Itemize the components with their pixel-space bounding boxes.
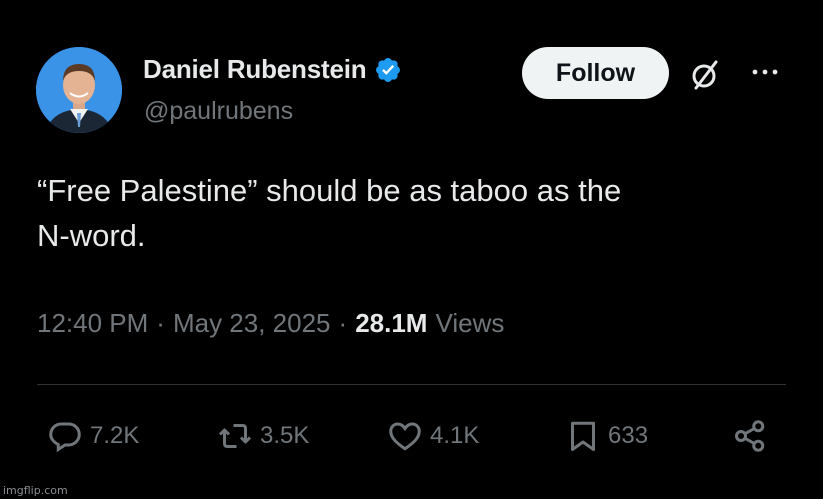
reply-count: 7.2K [90,422,140,449]
heart-icon [389,422,421,451]
repost-button[interactable]: 3.5K [217,418,309,454]
views-count: 28.1M [355,308,428,338]
meta-separator: · [338,308,348,338]
verified-badge-icon [374,56,402,84]
tweet-text-line-1: “Free Palestine” should be as taboo as t… [37,173,622,208]
share-button[interactable] [732,418,775,454]
share-icon [735,420,765,452]
avatar[interactable] [36,47,122,133]
repost-icon [218,424,252,448]
like-button[interactable]: 4.1K [387,418,479,454]
action-bar: 7.2K 3.5K 4.1K 633 [47,418,777,458]
author-handle[interactable]: @paulrubens [144,97,293,126]
bookmark-button[interactable]: 633 [565,418,648,454]
follow-button[interactable]: Follow [522,47,669,99]
tweet-time[interactable]: 12:40 PM [37,308,148,339]
more-dots-icon[interactable] [750,62,780,82]
tweet-text-line-2: N-word. [37,218,146,253]
reply-icon [49,422,81,453]
tweet-meta: 12:40 PM · May 23, 2025 · 28.1M Views [37,308,504,339]
meta-separator: · [156,308,165,338]
like-count: 4.1K [430,422,480,449]
tweet-text: “Free Palestine” should be as taboo as t… [37,168,797,258]
slashed-circle-icon[interactable] [688,58,722,92]
bookmark-icon [571,421,595,451]
tweet-date[interactable]: May 23, 2025 [173,308,331,339]
views-label: Views [435,308,505,338]
divider [37,384,786,385]
author-row: Daniel Rubenstein [143,54,402,85]
reply-button[interactable]: 7.2K [47,418,139,454]
repost-count: 3.5K [260,422,310,449]
watermark: imgflip.com [3,484,68,497]
author-name[interactable]: Daniel Rubenstein [143,54,367,85]
bookmark-count: 633 [608,422,649,449]
